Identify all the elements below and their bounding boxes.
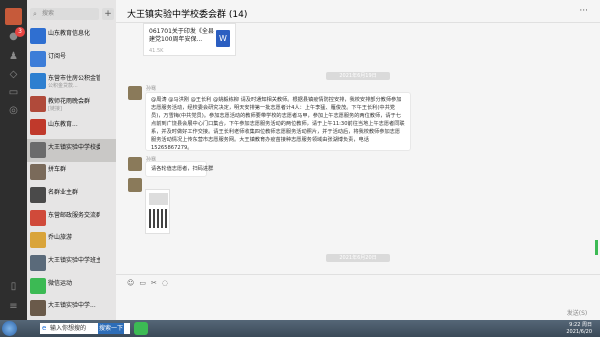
menu-icon[interactable]: ≡ <box>6 300 21 313</box>
chat-name: 大王镇实验中学班主任... <box>48 257 100 264</box>
chat-name: 大王镇实验中学校委会群 <box>48 143 100 151</box>
wechat-taskbar-icon[interactable] <box>134 322 148 335</box>
avatar <box>30 164 46 181</box>
favorites-icon[interactable]: ◇ <box>6 68 21 81</box>
ie-icon: e <box>42 324 47 332</box>
list-item[interactable]: 乔山旅游 <box>27 229 116 252</box>
avatar[interactable] <box>5 8 22 25</box>
message-bubble[interactable]: @周涛 @马洪刚 @王长利 @姚毅栋柳 请及时通知相关教师。根据县镇疫情防控安排… <box>145 92 411 151</box>
avatar <box>30 96 46 113</box>
wechat-window: ● 3 ♟ ◇ ▭ ◎ ▯ ≡ ⌕ 搜索 + 山东教育信息化 订阅号东营市住房公积… <box>0 0 600 320</box>
message-bubble[interactable]: 请各轮值志愿者，扫码进群 <box>145 161 213 177</box>
phone-icon[interactable]: ▯ <box>6 280 21 293</box>
qr-code-image[interactable] <box>145 189 170 234</box>
divider <box>116 274 600 275</box>
file-size: 41.5K <box>149 48 164 54</box>
list-item[interactable]: 东营市住房公积金管理...公积金贷款... <box>27 70 116 93</box>
list-item[interactable]: 山东教育... <box>27 116 116 139</box>
send-button[interactable]: 发送(S) <box>562 309 592 319</box>
list-item[interactable]: 大王镇实验中学班主任... <box>27 252 116 275</box>
search-input[interactable]: ⌕ 搜索 <box>30 8 99 20</box>
chat-name: 乔山旅游 <box>48 234 73 242</box>
qr-code-icon <box>149 209 168 228</box>
search-icon: ⌕ <box>33 10 37 18</box>
chat-name: 微信运动 <box>48 279 73 287</box>
chat-name: 东营市住房公积金管理... <box>48 75 100 83</box>
taskbar: e 输入你想搜的 搜索一下 9:22 周日 2021/6/20 <box>0 320 600 337</box>
chat-name: 名群业主群 <box>48 188 79 196</box>
word-icon: W <box>216 30 230 47</box>
chat-name: 山东教育... <box>48 120 78 128</box>
avatar <box>30 50 46 67</box>
list-item[interactable]: 拼车群 <box>27 161 116 184</box>
file-message[interactable]: 061701关于印发《全县建党100周年安保... 41.5K W <box>143 23 236 56</box>
input-toolbar: ☺▭✂◌ <box>127 279 173 287</box>
chat-list: ⌕ 搜索 + 山东教育信息化订阅号东营市住房公积金管理...公积金贷款...教师… <box>27 0 116 320</box>
list-item[interactable]: 订阅号 <box>27 48 116 71</box>
taskbar-search-button[interactable]: 搜索一下 <box>98 323 124 334</box>
list-item[interactable]: 教师花雨晚会群 [链接] <box>27 93 116 116</box>
start-button[interactable] <box>2 321 17 336</box>
avatar <box>30 277 46 294</box>
list-item[interactable]: 东营邮政服务交流群 <box>27 207 116 230</box>
avatar <box>30 255 46 271</box>
timestamp: 2021年6月20日 <box>326 254 390 262</box>
sender-avatar[interactable] <box>128 178 142 192</box>
list-item[interactable]: 名群业主群 <box>27 184 116 207</box>
sender-name: 孙骞 <box>146 86 157 92</box>
emoji-icon[interactable]: ☺ <box>127 279 139 287</box>
avatar <box>30 141 46 158</box>
nav-bar: ● 3 ♟ ◇ ▭ ◎ ▯ ≡ <box>0 0 27 320</box>
chat-title: 大王镇实验中学校委会群 (14) <box>127 10 248 20</box>
sender-avatar[interactable] <box>128 157 142 171</box>
list-item[interactable]: 大王镇实验中学... <box>27 297 116 320</box>
chat-preview: [链接] <box>48 106 62 113</box>
list-item[interactable]: 山东教育信息化 <box>27 25 116 48</box>
avatar <box>30 118 46 135</box>
avatar <box>30 232 46 249</box>
chat-preview: 公积金贷款... <box>48 83 78 90</box>
scrollbar[interactable] <box>595 240 598 255</box>
unread-badge: 3 <box>15 27 25 37</box>
contacts-icon[interactable]: ♟ <box>6 50 21 63</box>
timestamp: 2021年6月19日 <box>326 72 390 80</box>
list-item[interactable]: 大王镇实验中学校委会群 <box>27 138 116 162</box>
sender-avatar[interactable] <box>128 86 142 100</box>
chat-name: 订阅号 <box>48 52 67 60</box>
moments-icon[interactable]: ◎ <box>6 104 21 117</box>
folder-icon[interactable]: ▭ <box>139 279 151 287</box>
add-button[interactable]: + <box>102 8 114 20</box>
scissors-icon[interactable]: ✂ <box>151 279 162 287</box>
files-icon[interactable]: ▭ <box>6 86 21 99</box>
chat-name: 东营邮政服务交流群 <box>48 211 100 219</box>
avatar <box>30 28 46 44</box>
avatar <box>30 186 46 203</box>
more-button[interactable]: ··· <box>579 6 588 16</box>
file-name: 061701关于印发《全县建党100周年安保... <box>149 28 214 43</box>
clock: 9:22 周日 2021/6/20 <box>566 322 592 335</box>
chat-name: 大王镇实验中学... <box>48 302 96 310</box>
chat-panel: 大王镇实验中学校委会群 (14) ··· 061701关于印发《全县建党100周… <box>116 0 600 320</box>
chat-history-icon[interactable]: ◌ <box>162 279 173 287</box>
avatar <box>30 209 46 226</box>
qr-header <box>149 193 168 205</box>
list-item[interactable]: 微信运动 <box>27 275 116 298</box>
avatar <box>30 73 46 90</box>
chat-name: 拼车群 <box>48 166 67 174</box>
avatar <box>30 300 46 317</box>
chat-name: 教师花雨晚会群 <box>48 98 91 106</box>
chat-name: 山东教育信息化 <box>48 30 91 37</box>
